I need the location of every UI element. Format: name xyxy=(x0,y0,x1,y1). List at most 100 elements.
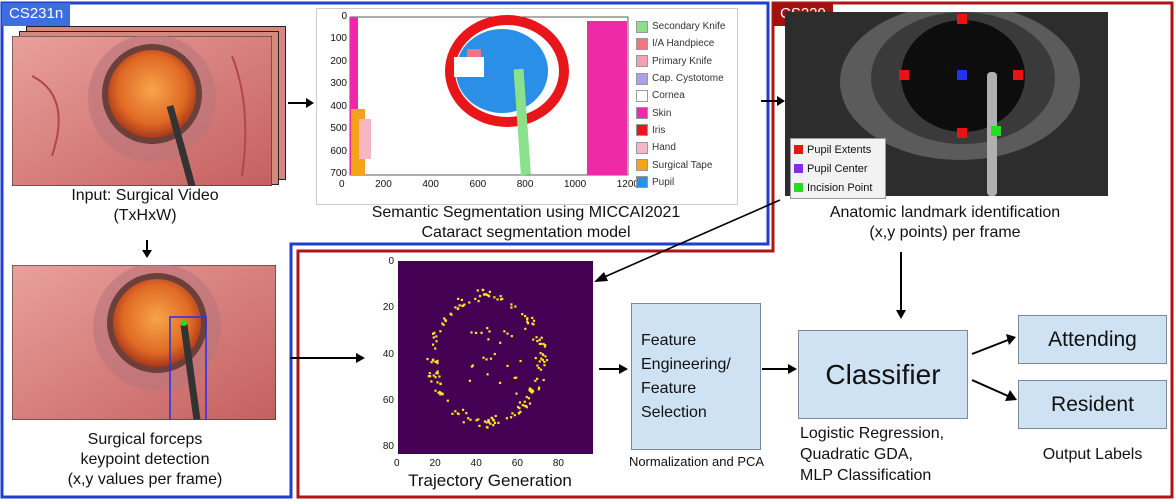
classifier-box: Classifier xyxy=(798,330,968,419)
legend-swatch xyxy=(794,164,803,173)
trajectory-point xyxy=(492,424,495,427)
segmentation-y-ticks: 0 100 200 300 400 500 600 700 xyxy=(325,11,347,179)
trajectory-point xyxy=(467,417,470,420)
trajectory-point xyxy=(510,416,513,419)
trajectory-point xyxy=(531,316,534,320)
classifier-caption-line3: MLP Classification xyxy=(800,467,932,484)
trajectory-point xyxy=(480,331,483,334)
trajectory-point xyxy=(430,380,433,383)
landmark-figure: Pupil Extents Pupil Center Incision Point xyxy=(785,12,1108,199)
legend-label: I/A Handpiece xyxy=(652,38,715,50)
legend-label: Pupil Center xyxy=(807,162,868,175)
trajectory-point xyxy=(493,421,497,424)
trajectory-point xyxy=(475,419,478,422)
trajectory-point xyxy=(498,381,502,385)
trajectory-point xyxy=(536,339,539,343)
legend-swatch xyxy=(636,159,648,172)
legend-swatch xyxy=(794,183,803,192)
trajectory-point xyxy=(482,288,485,292)
landmark-caption-line1: Anatomic landmark identification xyxy=(829,204,1061,221)
arrow-input-to-forceps xyxy=(142,240,152,258)
trajectory-point xyxy=(489,422,492,425)
trajectory-point xyxy=(523,400,526,403)
trajectory-point xyxy=(457,297,460,300)
trajectory-point xyxy=(487,338,490,341)
trajectory-point xyxy=(431,343,435,346)
seg-x-tick: 1000 xyxy=(563,179,587,190)
trajectory-y-ticks: 0 20 40 60 80 xyxy=(374,256,394,452)
legend-swatch xyxy=(636,55,648,68)
segmentation-figure: 0 100 200 300 400 500 600 700 0 200 400 … xyxy=(316,8,738,205)
trajectory-point xyxy=(535,336,538,339)
segmentation-legend-item: Hand xyxy=(636,139,734,156)
trajectory-point xyxy=(532,319,536,322)
trajectory-point xyxy=(433,331,436,334)
trajectory-point xyxy=(446,399,449,402)
landmark-legend-item: Pupil Center xyxy=(794,159,882,178)
trajectory-point xyxy=(499,295,502,298)
trajectory-point xyxy=(482,356,485,359)
trajectory-point xyxy=(468,379,471,382)
trajectory-point xyxy=(496,298,499,301)
trajectory-point xyxy=(436,362,439,365)
trajectory-x-ticks: 0 20 40 60 80 xyxy=(394,458,564,469)
arrow-segmentation-to-landmarks xyxy=(761,96,785,106)
trajectory-point xyxy=(477,299,480,303)
arrow-forceps-to-trajectory xyxy=(290,353,365,363)
legend-label: Skin xyxy=(652,107,672,119)
trajectory-point xyxy=(436,359,439,362)
trajectory-point xyxy=(485,426,489,429)
arrow-landmarks-to-classifier xyxy=(896,252,906,319)
input-video-frame xyxy=(12,36,272,186)
trajectory-point xyxy=(544,355,547,358)
trajectory-point xyxy=(543,345,546,348)
landmark-legend-item: Pupil Extents xyxy=(794,140,882,159)
output-attending-box: Attending xyxy=(1018,315,1167,364)
trajectory-point xyxy=(521,313,524,316)
seg-y-tick: 700 xyxy=(330,167,347,179)
trajectory-point xyxy=(486,373,489,376)
trajectory-point xyxy=(492,419,495,422)
traj-y-tick: 20 xyxy=(382,302,394,314)
trajectory-point xyxy=(432,336,435,339)
trajectory-point xyxy=(493,352,496,356)
trajectory-point xyxy=(470,365,474,368)
trajectory-point xyxy=(526,320,529,323)
seg-y-tick: 500 xyxy=(330,123,347,135)
segmentation-map xyxy=(349,15,629,176)
legend-label: Cornea xyxy=(652,90,685,102)
trajectory-point xyxy=(461,304,465,307)
trajectory-point xyxy=(458,304,461,307)
segmentation-x-ticks: 0 200 400 600 800 1000 1200 xyxy=(339,179,639,193)
segmentation-legend-item: Pupil xyxy=(636,174,734,191)
seg-y-tick: 400 xyxy=(330,100,347,112)
trajectory-caption: Trajectory Generation xyxy=(408,471,572,490)
cs231n-label: CS231n xyxy=(2,3,71,26)
input-video-caption-line2: (TxHxW) xyxy=(113,207,177,224)
landmark-caption-line2: (x,y points) per frame xyxy=(869,224,1021,241)
legend-swatch xyxy=(636,141,648,154)
seg-x-tick: 0 xyxy=(339,179,345,190)
trajectory-point xyxy=(536,364,539,367)
trajectory-point xyxy=(461,408,465,411)
trajectory-point xyxy=(474,297,477,301)
landmark-caption: Anatomic landmark identification (x,y po… xyxy=(790,203,1100,243)
trajectory-point xyxy=(483,420,487,423)
input-video-caption-line1: Input: Surgical Video xyxy=(71,187,219,204)
trajectory-point xyxy=(506,364,509,368)
traj-x-tick: 60 xyxy=(511,458,523,469)
trajectory-point xyxy=(538,338,541,341)
feature-engineering-box: Feature Engineering/ Feature Selection xyxy=(631,303,761,450)
arrows-classifier-to-outputs xyxy=(971,334,1017,401)
arrow-feature-to-classifier xyxy=(762,364,797,374)
legend-label: Incision Point xyxy=(807,181,873,194)
trajectory-point xyxy=(460,298,464,302)
forceps-caption: Surgical forceps keypoint detection (x,y… xyxy=(10,430,280,490)
traj-x-tick: 80 xyxy=(552,458,564,469)
trajectory-point xyxy=(494,414,497,418)
landmark-legend: Pupil Extents Pupil Center Incision Point xyxy=(790,138,886,199)
trajectory-point xyxy=(485,358,488,361)
trajectory-point xyxy=(434,389,437,392)
seg-x-tick: 600 xyxy=(469,179,487,190)
trajectory-point xyxy=(456,307,460,310)
